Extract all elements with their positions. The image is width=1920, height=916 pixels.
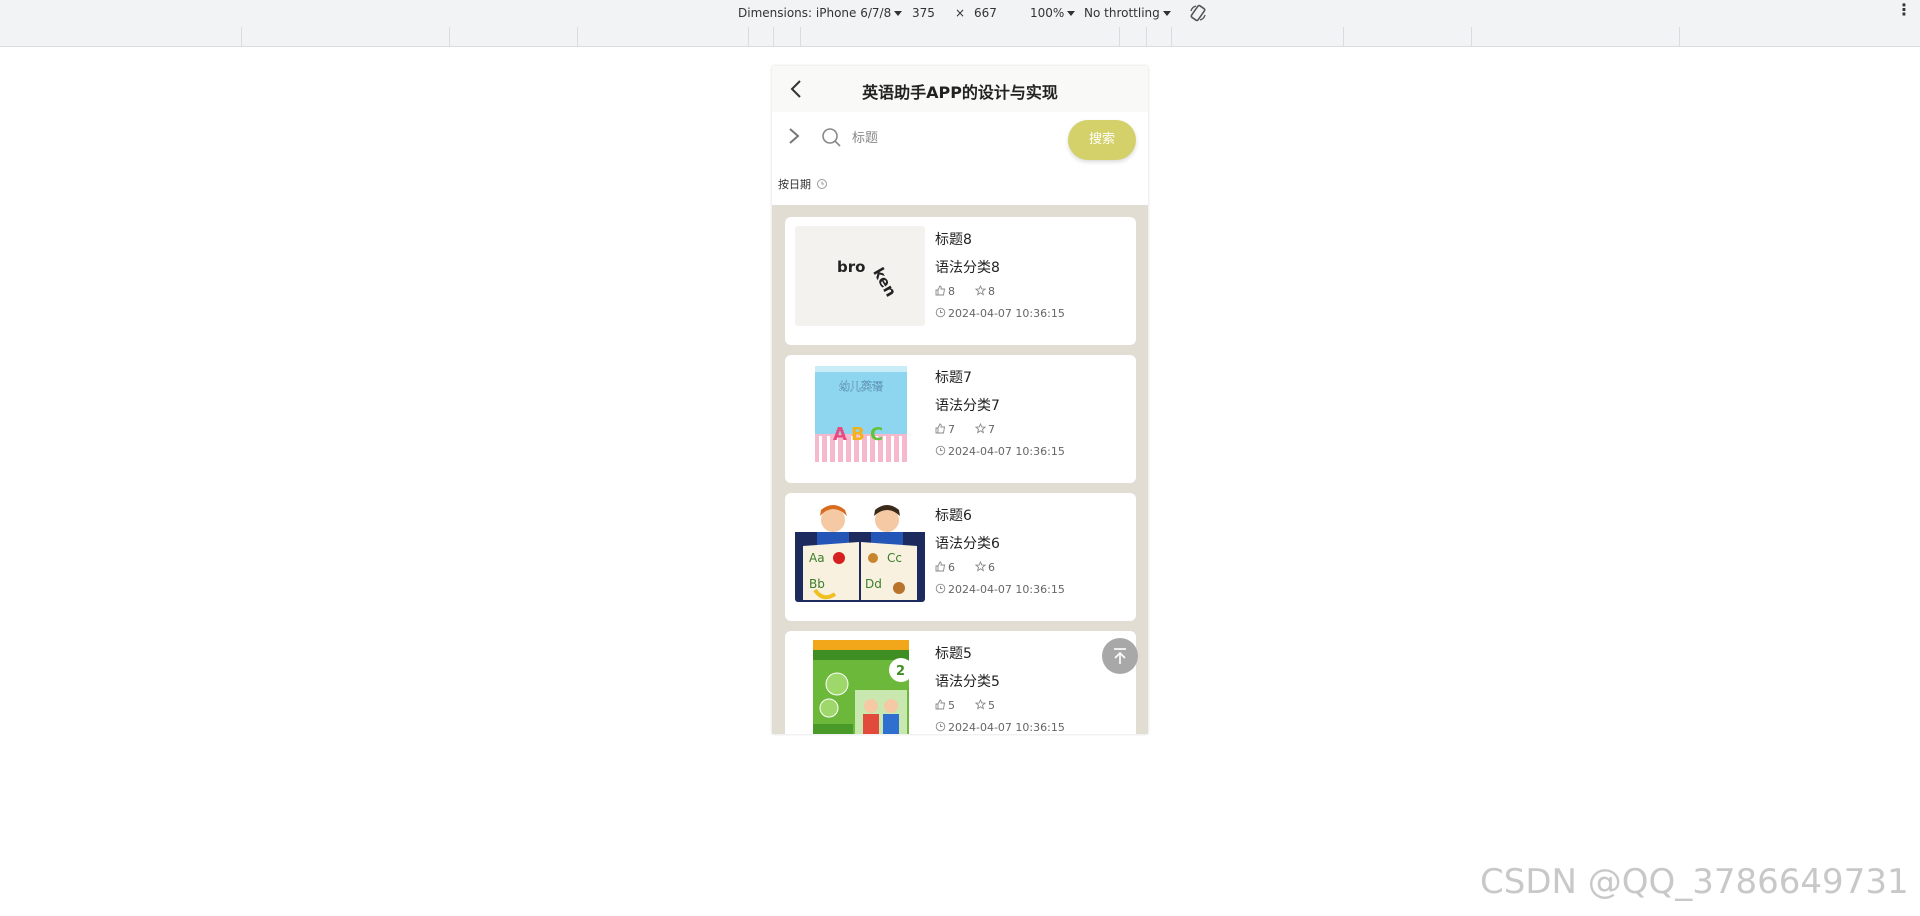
search-input[interactable] <box>850 124 1034 152</box>
search-icon <box>822 128 841 147</box>
favorites-count: 6 <box>974 560 995 574</box>
list-item[interactable]: bro ken 标题8 语法分类8 8 8 2024-04-07 10:36:1… <box>785 217 1136 345</box>
rotate-button[interactable] <box>1188 3 1208 27</box>
clock-icon <box>935 583 946 594</box>
svg-text:Cc: Cc <box>887 551 902 565</box>
throttling-label: No throttling <box>1084 6 1160 20</box>
favorites-count: 7 <box>974 422 995 436</box>
item-category: 语法分类7 <box>935 398 1000 414</box>
kids-reading-illustration: Aa Cc Bb Dd <box>795 502 925 602</box>
svg-text:A: A <box>833 424 847 445</box>
svg-text:Dd: Dd <box>865 577 882 591</box>
clock-icon <box>935 445 946 456</box>
chevron-right-icon[interactable] <box>785 126 803 146</box>
likes-count: 6 <box>935 561 955 574</box>
svg-text:Bb: Bb <box>809 577 825 591</box>
more-options-icon[interactable]: ⋮ <box>1896 2 1912 18</box>
cover-title: 幼儿英语 <box>839 379 883 393</box>
device-select[interactable]: Dimensions: iPhone 6/7/8 <box>738 6 903 21</box>
svg-text:bro: bro <box>837 258 865 276</box>
english-textbook-cover: 2 <box>795 640 925 734</box>
likes-count: 5 <box>935 699 955 712</box>
rotate-icon <box>1190 4 1206 22</box>
favorites-count: 8 <box>974 284 995 298</box>
broken-image: bro ken <box>795 226 925 326</box>
svg-text:B: B <box>851 424 865 445</box>
caret-down-icon <box>894 11 903 16</box>
star-icon <box>974 698 987 710</box>
search-button[interactable]: 搜索 <box>1068 120 1136 160</box>
search-bar: 搜索 <box>772 112 1148 160</box>
item-title: 标题7 <box>935 370 972 386</box>
sort-label: 按日期 <box>778 178 811 191</box>
item-date: 2024-04-07 10:36:15 <box>935 583 1065 596</box>
clock-icon <box>935 307 946 318</box>
svg-text:Aa: Aa <box>809 551 825 565</box>
likes-count: 7 <box>935 423 955 436</box>
item-title: 标题6 <box>935 508 972 524</box>
thumbs-up-icon <box>935 423 946 434</box>
height-field[interactable]: 667 <box>974 6 997 21</box>
abc-book-cover: 幼儿英语 A B C <box>795 364 925 464</box>
svg-text:ken: ken <box>869 265 900 300</box>
item-category: 语法分类8 <box>935 260 1000 276</box>
nav-bar: 英语助手APP的设计与实现 <box>772 66 1148 112</box>
device-label: Dimensions: iPhone 6/7/8 <box>738 6 892 20</box>
likes-count: 8 <box>935 285 955 298</box>
thumbs-up-icon <box>935 285 946 296</box>
zoom-select[interactable]: 100% <box>1030 6 1076 21</box>
caret-down-icon <box>1067 11 1076 16</box>
list-item[interactable]: Aa Cc Bb Dd 标题6 语法分类6 6 6 2024-04-07 10:… <box>785 493 1136 621</box>
devtools-toolbar: Dimensions: iPhone 6/7/8 375 × 667 100% … <box>0 0 1920 28</box>
item-category: 语法分类6 <box>935 536 1000 552</box>
thumbs-up-icon <box>935 561 946 572</box>
star-icon <box>974 560 987 572</box>
zoom-label: 100% <box>1030 6 1065 20</box>
sort-by-date[interactable]: 按日期 <box>772 176 1148 196</box>
width-field[interactable]: 375 <box>912 6 935 21</box>
throttling-select[interactable]: No throttling <box>1084 6 1171 21</box>
star-icon <box>974 284 987 296</box>
arrow-to-top-icon <box>1114 648 1126 664</box>
page-title: 英语助手APP的设计与实现 <box>862 83 1058 102</box>
caret-down-icon <box>1162 11 1171 16</box>
clock-icon <box>935 721 946 732</box>
media-query-ruler <box>0 27 1920 47</box>
back-to-top-button[interactable] <box>1102 638 1138 674</box>
list-item[interactable]: 2 标题5 语法分类5 5 5 2024-04-07 10:36:15 <box>785 631 1136 734</box>
list-item[interactable]: 幼儿英语 A B C 标题7 语法分类7 7 7 2024-04-07 10:3… <box>785 355 1136 483</box>
article-list: bro ken 标题8 语法分类8 8 8 2024-04-07 10:36:1… <box>772 205 1148 734</box>
phone-viewport: 英语助手APP的设计与实现 搜索 按日期 bro ken 标题8 语法分类8 8… <box>772 66 1148 734</box>
favorites-count: 5 <box>974 698 995 712</box>
times-sign: × <box>955 6 966 20</box>
item-title: 标题5 <box>935 646 972 662</box>
broken-image-icon: bro ken <box>837 258 900 300</box>
item-title: 标题8 <box>935 232 972 248</box>
star-icon <box>974 422 987 434</box>
item-date: 2024-04-07 10:36:15 <box>935 721 1065 734</box>
watermark-text: CSDN @QQ_3786649731 <box>1480 862 1909 902</box>
svg-text:2: 2 <box>896 664 905 679</box>
thumbs-up-icon <box>935 699 946 710</box>
svg-text:C: C <box>870 424 883 445</box>
clock-icon <box>817 179 827 189</box>
item-date: 2024-04-07 10:36:15 <box>935 445 1065 458</box>
item-date: 2024-04-07 10:36:15 <box>935 307 1065 320</box>
item-category: 语法分类5 <box>935 674 1000 690</box>
